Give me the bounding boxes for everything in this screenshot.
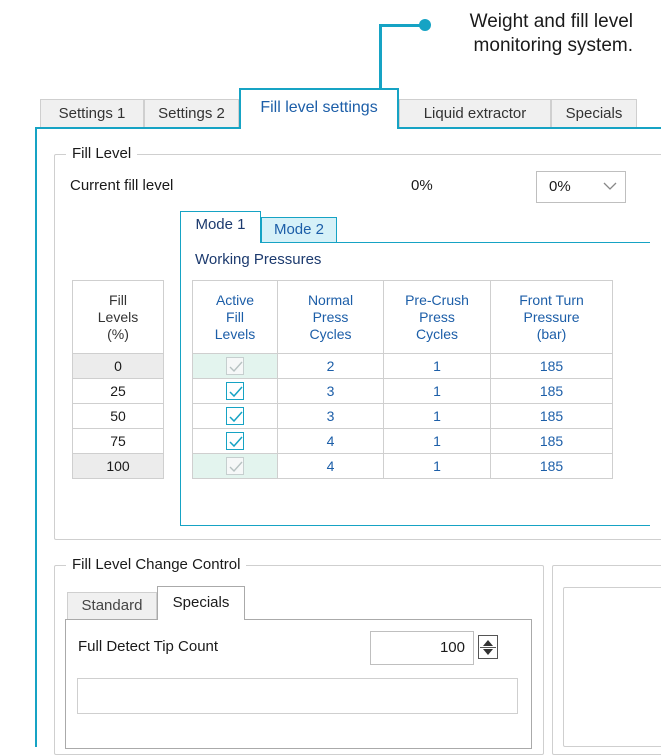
- fill-level-dropdown-value: 0%: [549, 178, 571, 195]
- fill-level-cell: 0: [72, 353, 164, 379]
- tab-settings-2[interactable]: Settings 2: [144, 99, 239, 127]
- front-turn-pressure-cell[interactable]: 185: [490, 453, 613, 479]
- right-inner-box: [563, 587, 661, 747]
- fill-level-cell: 100: [72, 453, 164, 479]
- table-row: 2 1 185: [192, 353, 653, 379]
- table-row: 3 1 185: [192, 403, 653, 429]
- fill-level-cell: 50: [72, 403, 164, 429]
- annotation-leader-line-vertical: [379, 24, 382, 90]
- tab-fill-level-settings[interactable]: Fill level settings: [239, 88, 399, 129]
- tab-mode-1[interactable]: Mode 1: [180, 211, 261, 243]
- current-fill-level-label: Current fill level: [70, 177, 174, 194]
- fill-level-cell: 25: [72, 378, 164, 404]
- active-checkbox-cell[interactable]: [192, 428, 278, 454]
- front-turn-pressure-cell[interactable]: 185: [490, 403, 613, 429]
- front-turn-pressure-cell[interactable]: 185: [490, 428, 613, 454]
- checkbox[interactable]: [226, 382, 244, 401]
- front-turn-pressure-cell[interactable]: 185: [490, 353, 613, 379]
- checkbox[interactable]: [226, 432, 244, 451]
- tab-mode-2[interactable]: Mode 2: [261, 217, 337, 242]
- table-row: 4 1 185: [192, 428, 653, 454]
- active-checkbox-cell[interactable]: [192, 353, 278, 379]
- pre-crush-press-cycles-cell[interactable]: 1: [383, 453, 491, 479]
- fill-level-group-title: Fill Level: [66, 145, 138, 162]
- front-turn-pressure-header: Front Turn Pressure (bar): [490, 280, 613, 354]
- normal-press-cycles-header: Normal Press Cycles: [277, 280, 384, 354]
- normal-press-cycles-cell[interactable]: 3: [277, 403, 384, 429]
- annotation-line-2: monitoring system.: [473, 35, 633, 56]
- table-overflow-column: [612, 280, 653, 354]
- working-pressures-table: Active Fill Levels Normal Press Cycles P…: [192, 280, 653, 479]
- normal-press-cycles-cell[interactable]: 2: [277, 353, 384, 379]
- pre-crush-press-cycles-cell[interactable]: 1: [383, 378, 491, 404]
- fill-level-change-control-title: Fill Level Change Control: [66, 556, 247, 573]
- full-detect-tip-count-label: Full Detect Tip Count: [78, 638, 219, 655]
- annotation-callout: Weight and fill level monitoring system.: [373, 10, 633, 58]
- table-row: 3 1 185: [192, 378, 653, 404]
- checkbox[interactable]: [226, 407, 244, 426]
- pre-crush-press-cycles-cell[interactable]: 1: [383, 353, 491, 379]
- working-pressures-title: Working Pressures: [195, 251, 322, 268]
- normal-press-cycles-cell[interactable]: 4: [277, 428, 384, 454]
- active-checkbox-cell[interactable]: [192, 403, 278, 429]
- spinner-up-icon[interactable]: [483, 640, 493, 646]
- annotation-line-1: Weight and fill level: [469, 11, 633, 32]
- fill-levels-table: Fill Levels (%) 0 25 50 75 100: [72, 280, 164, 479]
- fill-level-dropdown[interactable]: 0%: [536, 171, 626, 203]
- normal-press-cycles-cell[interactable]: 4: [277, 453, 384, 479]
- tab-specials-sub[interactable]: Specials: [157, 586, 245, 620]
- annotation-dot: [419, 19, 431, 31]
- normal-press-cycles-cell[interactable]: 3: [277, 378, 384, 404]
- spinner-down-icon[interactable]: [483, 649, 493, 655]
- full-detect-tip-count-input[interactable]: 100: [370, 631, 474, 665]
- active-checkbox-cell[interactable]: [192, 453, 278, 479]
- tab-settings-1[interactable]: Settings 1: [40, 99, 144, 127]
- active-fill-levels-header: Active Fill Levels: [192, 280, 278, 354]
- checkbox[interactable]: [226, 357, 244, 376]
- pre-crush-press-cycles-cell[interactable]: 1: [383, 428, 491, 454]
- pre-crush-press-cycles-header: Pre-Crush Press Cycles: [383, 280, 491, 354]
- tab-specials[interactable]: Specials: [551, 99, 637, 127]
- front-turn-pressure-cell[interactable]: 185: [490, 378, 613, 404]
- current-fill-level-value: 0%: [411, 177, 433, 194]
- tab-liquid-extractor[interactable]: Liquid extractor: [399, 99, 551, 127]
- tab-standard[interactable]: Standard: [67, 592, 157, 619]
- table-row: 4 1 185: [192, 453, 653, 479]
- spinner-control[interactable]: [478, 635, 498, 659]
- checkbox[interactable]: [226, 457, 244, 476]
- fill-level-cell: 75: [72, 428, 164, 454]
- empty-field[interactable]: [77, 678, 518, 714]
- chevron-down-icon: [603, 175, 617, 201]
- pre-crush-press-cycles-cell[interactable]: 1: [383, 403, 491, 429]
- active-checkbox-cell[interactable]: [192, 378, 278, 404]
- fill-levels-header: Fill Levels (%): [72, 280, 164, 354]
